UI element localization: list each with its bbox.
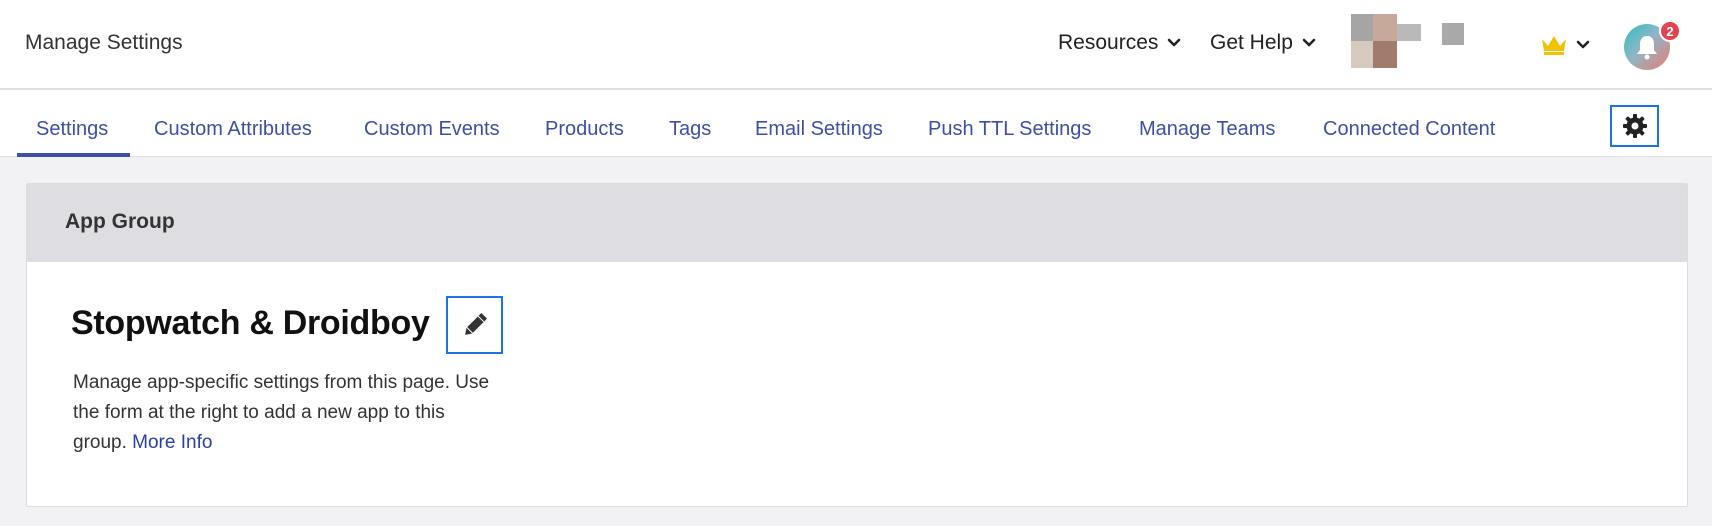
edit-name-button[interactable]	[446, 296, 503, 354]
pencil-icon	[464, 312, 487, 335]
bell-icon	[1637, 36, 1657, 60]
active-tab-indicator	[17, 153, 130, 157]
card-header: App Group	[27, 184, 1687, 262]
tab-email-settings[interactable]: Email Settings	[755, 118, 883, 141]
chevron-down-icon	[1168, 38, 1181, 47]
tab-products[interactable]: Products	[545, 118, 624, 141]
tab-connected-content[interactable]: Connected Content	[1323, 118, 1495, 141]
tab-settings[interactable]: Settings	[36, 118, 108, 141]
tab-push-ttl-settings[interactable]: Push TTL Settings	[928, 118, 1091, 141]
settings-tabs: Settings Custom Attributes Custom Events…	[0, 90, 1712, 157]
user-avatar[interactable]	[1351, 14, 1421, 68]
chevron-down-icon	[1576, 40, 1590, 49]
settings-gear-button[interactable]	[1610, 105, 1659, 147]
chevron-down-icon	[1302, 38, 1316, 47]
tab-manage-teams[interactable]: Manage Teams	[1139, 118, 1275, 141]
resources-menu-label: Resources	[1058, 31, 1159, 54]
get-help-menu-label: Get Help	[1210, 31, 1293, 54]
get-help-menu[interactable]: Get Help	[1210, 31, 1316, 55]
app-group-card: App Group Stopwatch & Droidboy Manage ap…	[26, 183, 1688, 507]
gear-icon	[1622, 114, 1647, 138]
app-group-description: Manage app-specific settings from this p…	[73, 368, 493, 458]
top-header: Manage Settings Resources Get Help 2	[0, 0, 1712, 90]
page-title: Manage Settings	[25, 31, 183, 54]
tab-custom-events[interactable]: Custom Events	[364, 118, 500, 141]
more-info-link[interactable]: More Info	[132, 432, 212, 453]
app-group-name: Stopwatch & Droidboy	[71, 304, 430, 342]
tab-tags[interactable]: Tags	[669, 118, 711, 141]
notification-count-badge: 2	[1659, 20, 1681, 42]
card-header-title: App Group	[65, 210, 175, 233]
resources-menu[interactable]: Resources	[1058, 31, 1181, 55]
tab-custom-attributes[interactable]: Custom Attributes	[154, 118, 312, 141]
profile-image	[1442, 23, 1464, 45]
crown-icon	[1542, 36, 1566, 55]
account-menu[interactable]	[1540, 34, 1590, 56]
